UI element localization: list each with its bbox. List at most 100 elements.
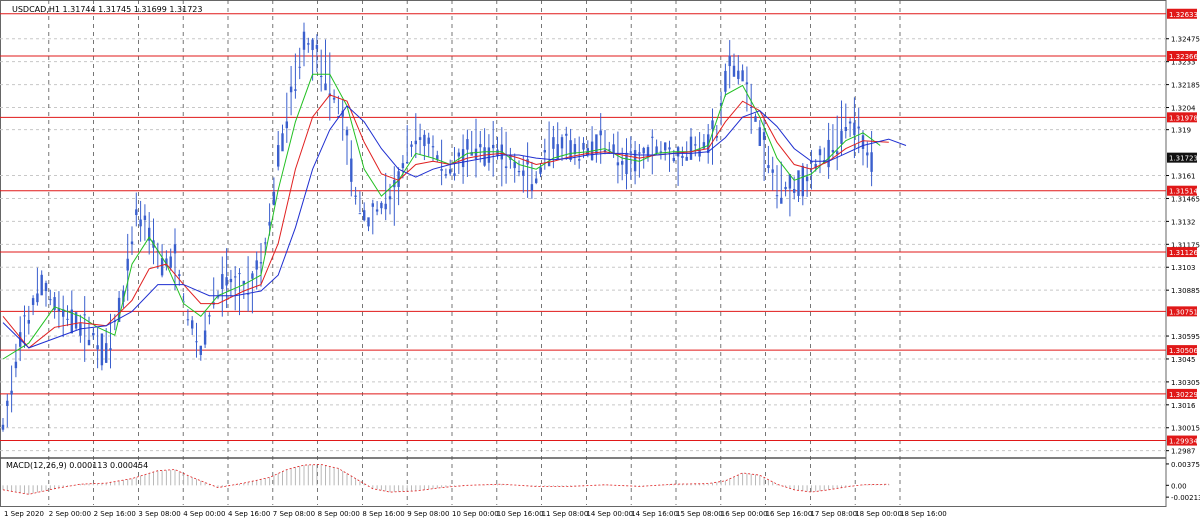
candle-body	[805, 176, 809, 182]
candle-body	[504, 166, 508, 169]
candle-body	[801, 165, 804, 197]
candle-body	[294, 89, 297, 91]
macd-y-tick-label: 0.003755	[1171, 461, 1200, 469]
level-tag-label: 1.31514	[1169, 188, 1198, 196]
candle-body	[139, 219, 142, 227]
x-tick-label: 3 Sep 08:00	[138, 510, 180, 518]
x-tick-label: 10 Sep 16:00	[497, 510, 544, 518]
candle-body	[681, 155, 684, 158]
candle-body	[750, 106, 753, 108]
candle-body	[40, 274, 43, 296]
level-tag-label: 1.32366	[1169, 53, 1198, 61]
candle-body	[324, 83, 327, 91]
y-tick-label: 1.30885	[1171, 287, 1200, 295]
y-tick-label: 1.32475	[1171, 36, 1200, 44]
candle-body	[737, 70, 740, 79]
candle-body	[840, 130, 843, 144]
candle-body	[23, 315, 26, 317]
candle-body	[371, 203, 374, 207]
candle-body	[857, 126, 860, 129]
candle-body	[238, 273, 241, 275]
candle-body	[827, 139, 830, 168]
candle-body	[109, 348, 112, 350]
current-price-label: 1.31723	[1169, 155, 1198, 163]
candle-body	[831, 149, 835, 153]
candle-body	[105, 343, 108, 363]
candle-body	[440, 169, 443, 171]
candle-body	[27, 320, 30, 324]
candle-body	[599, 130, 602, 136]
y-tick-label: 1.3204	[1171, 105, 1196, 113]
candle-body	[474, 148, 478, 160]
macd-label: MACD(12,26,9) 0.000113 0.000454	[6, 461, 148, 470]
x-tick-label: 9 Sep 08:00	[407, 510, 449, 518]
candle-body	[560, 137, 564, 149]
candle-body	[638, 152, 641, 154]
candle-body	[418, 137, 422, 140]
candle-body	[363, 210, 366, 221]
x-tick-label: 14 Sep 00:00	[586, 510, 633, 518]
candle-body	[552, 137, 555, 149]
candle-body	[651, 136, 654, 138]
candle-body	[522, 170, 525, 176]
candle-body	[130, 241, 134, 245]
candle-body	[186, 319, 190, 321]
candle-body	[543, 150, 546, 153]
candle-body	[565, 133, 568, 136]
candle-body	[466, 139, 469, 150]
candle-body	[268, 221, 271, 226]
candle-body	[315, 44, 319, 49]
candle-body	[380, 202, 383, 209]
y-tick-label: 1.2987	[1171, 448, 1196, 456]
candle-body	[767, 165, 770, 169]
level-tag-label: 1.32633	[1169, 11, 1198, 19]
candle-body	[401, 163, 405, 169]
candle-body	[375, 209, 379, 212]
y-tick-label: 1.3103	[1171, 264, 1196, 272]
candle-body	[414, 140, 417, 145]
candle-body	[461, 149, 465, 168]
x-tick-label: 1 Sep 2020	[4, 510, 44, 518]
candle-body	[642, 147, 645, 154]
candle-body	[178, 274, 181, 277]
symbol-label: USDCAD,H1 1.31744 1.31745 1.31699 1.3172…	[12, 5, 202, 14]
x-tick-label: 4 Sep 00:00	[183, 510, 225, 518]
candle-body	[66, 318, 69, 320]
price-chart[interactable]: 0.0037550.00-0.002135 1.324751.32331.321…	[0, 0, 1200, 523]
y-tick-label: 1.32185	[1171, 82, 1200, 90]
candle-body	[169, 256, 172, 268]
candle-body	[762, 132, 766, 140]
candle-body	[771, 169, 774, 173]
candle-body	[307, 43, 310, 45]
candle-body	[208, 315, 211, 317]
x-tick-label: 8 Sep 16:00	[362, 510, 404, 518]
candle-body	[535, 178, 538, 183]
candle-body	[10, 390, 13, 395]
candle-body	[100, 333, 104, 366]
y-tick-label: 1.3161	[1171, 173, 1196, 181]
candle-body	[741, 70, 744, 82]
candle-body	[672, 157, 675, 162]
macd-y-tick-label: 0.00	[1171, 482, 1187, 490]
candle-body	[264, 242, 267, 244]
candle-body	[298, 66, 301, 68]
candle-body	[332, 97, 336, 100]
macd-y-tick-label: -0.002135	[1171, 494, 1200, 502]
candle-body	[191, 320, 194, 329]
candle-body	[724, 70, 727, 92]
candle-body	[621, 161, 624, 165]
candle-body	[479, 144, 482, 148]
candle-body	[126, 258, 129, 271]
candle-body	[135, 209, 138, 216]
candle-body	[530, 184, 534, 191]
candle-body	[853, 122, 856, 136]
candle-body	[685, 156, 688, 161]
candle-body	[234, 276, 237, 278]
candle-body	[83, 314, 86, 316]
candle-body	[251, 273, 254, 279]
y-tick-label: 1.31465	[1171, 195, 1200, 203]
candle-body	[311, 39, 314, 51]
candle-body	[143, 215, 147, 221]
x-tick-label: 10 Sep 00:00	[452, 510, 499, 518]
x-tick-label: 11 Sep 08:00	[542, 510, 589, 518]
